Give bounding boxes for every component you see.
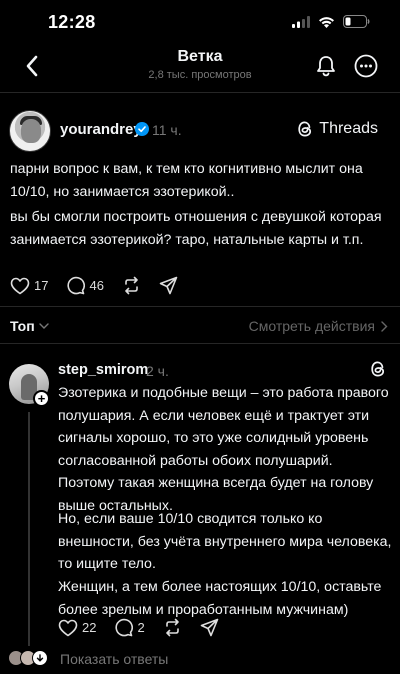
sort-dropdown[interactable]: Топ <box>10 318 49 334</box>
reply-paragraph-2: Но, если ваше 10/10 сводится только ко в… <box>58 511 392 572</box>
reply-username[interactable]: step_smirom <box>58 362 148 378</box>
sort-divider <box>0 343 400 344</box>
post-divider <box>0 306 400 307</box>
reply-paragraph-1: Эзотерика и подобные вещи – это работа п… <box>58 385 389 514</box>
threads-badge[interactable]: Threads <box>297 120 378 138</box>
status-icons <box>292 15 370 28</box>
post-username[interactable]: yourandrey <box>60 121 142 138</box>
share-button[interactable] <box>200 618 219 637</box>
repost-icon <box>165 618 179 637</box>
share-button[interactable] <box>159 276 178 295</box>
heart-icon <box>58 619 78 636</box>
send-icon <box>200 618 219 637</box>
repost-icon <box>125 276 138 295</box>
avatar[interactable] <box>9 110 51 152</box>
show-replies-row[interactable]: Показать ответы <box>0 648 400 672</box>
view-actions-link[interactable]: Смотреть действия <box>249 318 388 334</box>
status-time: 12:28 <box>48 12 96 32</box>
sort-label: Топ <box>10 318 35 334</box>
bell-icon <box>317 56 335 77</box>
like-count: 17 <box>34 278 49 293</box>
chevron-down-icon <box>38 323 49 329</box>
battery-icon <box>343 15 370 28</box>
thread-connector-line <box>28 412 30 646</box>
wifi-icon <box>319 16 334 28</box>
threads-label: Threads <box>319 120 378 137</box>
reply-actions: 22 2 <box>58 618 237 637</box>
threads-logo-icon <box>298 121 312 137</box>
post-time: 11 ч. <box>152 122 182 138</box>
repost-button[interactable] <box>163 618 182 637</box>
post-actions: 17 46 <box>10 276 196 295</box>
view-count: 2,8 тыс. просмотров <box>148 69 252 81</box>
like-button[interactable]: 17 <box>10 277 48 295</box>
repost-button[interactable] <box>122 276 141 295</box>
comment-button[interactable]: 2 <box>114 618 145 637</box>
more-icon <box>354 54 378 78</box>
reply-paragraph-3: Женщин, а тем более настоящих 10/10, ост… <box>58 579 382 618</box>
post-paragraph-2: вы бы смогли построить отношения с девуш… <box>10 209 382 248</box>
expand-arrow-icon <box>32 650 48 666</box>
comment-icon <box>67 276 86 295</box>
show-replies-label[interactable]: Показать ответы <box>60 651 168 667</box>
comment-count: 2 <box>137 620 145 635</box>
reply-avatars <box>8 650 52 670</box>
threads-logo-icon <box>370 360 386 383</box>
sort-row: Топ Смотреть действия <box>0 318 400 338</box>
follow-plus-icon[interactable]: + <box>33 390 50 407</box>
header-divider <box>0 92 400 93</box>
signal-icon <box>292 15 310 28</box>
verified-badge-icon <box>135 122 149 136</box>
page-title: Ветка <box>177 48 223 65</box>
chevron-right-icon <box>381 320 388 332</box>
notifications-button[interactable] <box>312 52 340 80</box>
reply-time: 2 ч. <box>146 363 169 379</box>
view-actions-label: Смотреть действия <box>248 318 375 334</box>
like-button[interactable]: 22 <box>58 619 96 637</box>
post-paragraph-1: парни вопрос к вам, к тем кто когнитивно… <box>10 161 363 200</box>
more-options-button[interactable] <box>352 52 380 80</box>
heart-icon <box>10 277 30 294</box>
comment-icon <box>115 618 134 637</box>
comment-count: 46 <box>89 278 104 293</box>
send-icon <box>159 276 178 295</box>
comment-button[interactable]: 46 <box>66 276 104 295</box>
thread-header: Ветка 2,8 тыс. просмотров <box>0 46 400 90</box>
like-count: 22 <box>82 620 97 635</box>
status-bar: 12:28 <box>0 0 400 46</box>
